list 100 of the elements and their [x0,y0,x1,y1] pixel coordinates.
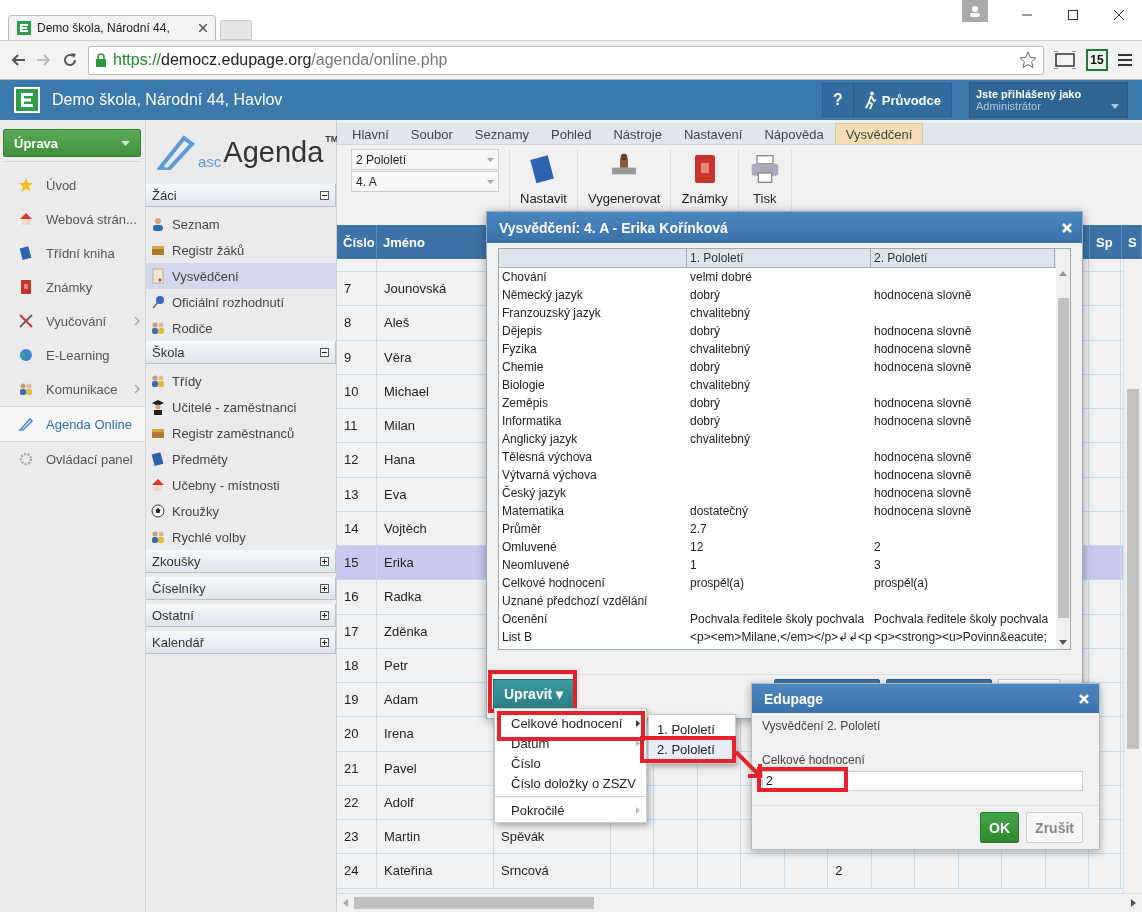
table-cell-text: hodnocena slovně [873,395,973,412]
caret-icon [1111,104,1119,109]
dropdown-select[interactable]: 2 Pololetí [351,149,499,170]
section-header[interactable]: Ostatní [146,604,336,627]
nav-item[interactable]: Třídní kniha [0,236,145,270]
nav-item[interactable]: Známky [0,270,145,304]
book-icon [18,245,34,261]
logo-prefix: asc [198,153,222,170]
close-icon[interactable] [199,24,207,32]
sidebar-item[interactable]: Registr zaměstnanců [146,420,336,446]
table-cell-text: Biologie [501,377,546,394]
ok-button[interactable]: OK [980,812,1020,843]
table-cell: 22 [337,785,377,819]
table-cell: 2 [828,854,872,888]
table-cell: 16 [337,580,377,614]
sidebar-item[interactable]: Rychlé volby [146,524,336,550]
person-icon [969,5,981,17]
people-icon [18,381,34,397]
table-cell-text: 2.7 [689,521,708,538]
screen-icon[interactable] [1054,51,1076,69]
nav-item[interactable]: Webová strán... [0,202,145,236]
table-cell-text: Neomluvené [501,557,571,574]
table-cell: 21 [337,751,377,785]
scrollbar-thumb[interactable] [1057,298,1069,618]
section-header[interactable]: Žáci [146,184,336,207]
user-menu[interactable]: Jste přihlášený jako Administrátor [969,82,1128,118]
browser-tab[interactable]: Demo škola, Národní 44, [8,15,216,40]
ribbon-tab[interactable]: Seznamy [463,123,540,144]
table-cell: 17 [337,614,377,648]
scroll-right-icon[interactable] [1131,899,1136,907]
person-icon [150,216,166,232]
ribbon-tab[interactable]: Vysvědčení [834,123,924,144]
section-header[interactable]: Škola [146,341,336,364]
ribbon-tab[interactable]: Pohled [540,123,603,144]
section-header[interactable]: Zkoušky [146,550,336,573]
section-header[interactable]: Číselníky [146,577,336,600]
sidebar-item[interactable]: Rodiče [146,315,336,341]
scroll-down-icon[interactable] [1059,640,1067,645]
ribbon-tab[interactable]: Soubor [399,123,464,144]
scrollbar-thumb[interactable] [1127,389,1139,749]
edit-menu-button[interactable]: Upravit ▾ [493,679,575,709]
sidebar-item[interactable]: Vysvědčení [146,263,336,289]
expand-icon [320,610,329,620]
table-cell: 23 [337,820,377,854]
nav-item[interactable]: Ovládací panel [0,442,145,476]
sidebar-item[interactable]: Kroužky [146,498,336,524]
table-cell-text: dobrý [689,359,722,376]
table-cell-text: chvalitebný [689,341,752,358]
table-cell: 20 [337,717,377,751]
tools-icon [18,313,34,329]
input-field[interactable]: 2 [762,771,1083,791]
user-label: Jste přihlášený jako [976,88,1082,100]
extension-badge[interactable]: 15 [1086,49,1108,71]
dropdown-select[interactable]: 4. A [351,171,499,192]
nav-item[interactable]: Komunikace [0,372,145,406]
star-icon[interactable] [1019,51,1037,69]
ribbon-tab[interactable]: Nástroje [602,123,673,144]
close-icon[interactable] [1114,10,1124,20]
maximize-icon[interactable] [1068,10,1078,20]
menu-icon[interactable] [1118,53,1132,67]
ribbon-tab[interactable]: Nastavení [672,123,754,144]
table-cell-text: hodnocena slovně [873,341,973,358]
expand-icon [320,556,329,566]
nav-item[interactable]: E-Learning [0,338,145,372]
caret-icon [121,140,130,146]
reload-icon[interactable] [62,52,78,68]
tab-title: Demo škola, Národní 44, [37,21,170,35]
sidebar-item[interactable]: Učebny - místnosti [146,472,336,498]
notebook-icon [18,279,34,295]
nav-item[interactable]: Vyučování [0,304,145,338]
sidebar-item[interactable]: Předměty [146,446,336,472]
table-cell: 10 [337,374,377,408]
user-name: Administrátor [976,100,1041,112]
sidebar-item[interactable]: Seznam [146,211,336,237]
back-icon[interactable] [10,53,26,67]
table-cell-text: Německý jazyk [501,287,584,304]
help-button[interactable]: ? [821,83,854,117]
dialog-message: Vysvědčení 2. Pololetí [762,719,882,733]
book-icon [150,451,166,467]
scrollbar-thumb[interactable] [354,897,594,909]
address-field[interactable]: https://democz.edupage.org/agenda/online.php [88,45,1044,75]
guide-button[interactable]: Průvodce [853,83,952,117]
sidebar-item[interactable]: Učitelé - zaměstnanci [146,394,336,420]
sidebar-item[interactable]: Třídy [146,368,336,394]
expand-icon [320,583,329,593]
table-cell-text: 1 [689,557,698,574]
ribbon-tab[interactable]: Nápověda [753,123,835,144]
column-header: 2. Pololetí [871,249,1055,267]
section-header[interactable]: Kalendář [146,631,336,654]
dialog-title: Edupage [764,690,824,707]
nav-item[interactable]: Úvod [0,168,145,202]
menu-item[interactable]: Číslo doložky o ZSZV [495,773,646,793]
nav-item[interactable]: Agenda Online [0,407,145,441]
table-cell-text: Uznané předchozí vzdělání [501,593,649,610]
menu-item[interactable]: 1. Pololetí [649,719,735,739]
menu-item[interactable]: Pokročilé [495,800,646,820]
ribbon-tab[interactable]: Hlavní [341,123,400,144]
sidebar-item[interactable]: Registr žáků [146,237,336,263]
table-cell: 15 [337,546,377,580]
sidebar-item[interactable]: Oficiální rozhodnutí [146,289,336,315]
